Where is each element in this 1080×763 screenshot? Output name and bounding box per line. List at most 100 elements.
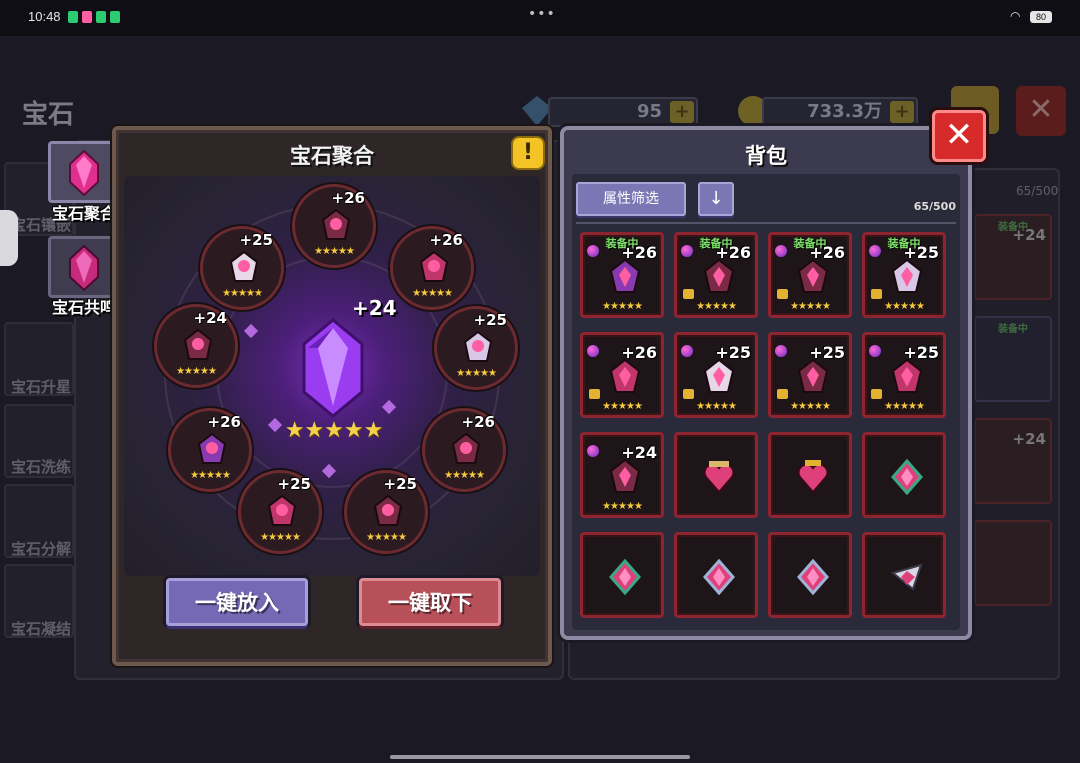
heart-gem-icon <box>703 461 735 494</box>
bag-gem-cell[interactable] <box>768 532 852 618</box>
gem-icon <box>197 433 227 464</box>
tab-gem-fusion[interactable] <box>48 141 120 203</box>
slot-level: +26 <box>207 413 241 431</box>
gem-icon <box>373 495 403 526</box>
set-orb-icon <box>869 345 881 357</box>
bag-gem-cell[interactable]: 装备中 +26 ★★★★★ <box>580 232 664 318</box>
fusion-slot[interactable]: +25 ★★★★★ <box>434 306 518 390</box>
fusion-slot[interactable]: +26 ★★★★★ <box>422 408 506 492</box>
background-bag-cell: 装备中 +24 <box>974 214 1052 300</box>
backpack-panel: 背包 属性筛选 ↓ 65/500 装备中 +26 ★★★★★ 装备中 +26 ★… <box>560 126 972 640</box>
gem-stars: ★★★★★ <box>790 301 831 312</box>
bag-gem-cell[interactable]: +25 ★★★★★ <box>862 332 946 418</box>
gem-icon <box>463 331 493 362</box>
equipped-tag: 装备中 <box>998 324 1028 335</box>
slot-stars: ★★★★★ <box>456 368 497 379</box>
gem-icon <box>609 359 641 393</box>
set-orb-icon <box>681 245 693 257</box>
gem-icon <box>797 359 829 393</box>
gem-icon <box>69 150 99 196</box>
status-time: 10:48 <box>28 9 61 24</box>
multitask-dots[interactable]: ••• <box>528 6 556 22</box>
set-orb-icon <box>869 245 881 257</box>
bag-gem-cell[interactable]: +26 ★★★★★ <box>580 332 664 418</box>
gem-icon <box>703 259 735 293</box>
bag-gem-cell[interactable] <box>768 432 852 518</box>
slot-stars: ★★★★★ <box>176 366 217 377</box>
fusion-slot[interactable]: +24 ★★★★★ <box>154 304 238 388</box>
gem-stars: ★★★★★ <box>602 301 643 312</box>
slot-level: +25 <box>277 475 311 493</box>
background-bag-count: 65/500 <box>1016 184 1059 198</box>
fusion-slot[interactable]: +26 ★★★★★ <box>168 408 252 492</box>
slot-level: +25 <box>239 231 273 249</box>
gem-stars: ★★★★★ <box>602 501 643 512</box>
gold-counter: 733.3万 + <box>762 97 918 127</box>
set-orb-icon <box>587 445 599 457</box>
gold-count: 733.3万 <box>807 101 882 122</box>
set-orb-icon <box>775 245 787 257</box>
gem-icon <box>703 359 735 393</box>
gem-icon <box>891 259 923 293</box>
slot-level: +24 <box>193 309 227 327</box>
wifi-icon: ◠ <box>1010 9 1021 23</box>
lock-icon <box>871 389 882 399</box>
bag-gem-cell[interactable]: 装备中 +26 ★★★★★ <box>768 232 852 318</box>
lock-icon <box>871 289 882 299</box>
side-drawer-handle[interactable] <box>0 210 18 266</box>
gem-stars: ★★★★★ <box>884 301 925 312</box>
set-orb-icon <box>587 245 599 257</box>
slot-stars: ★★★★★ <box>412 288 453 299</box>
bag-gem-cell[interactable] <box>674 532 758 618</box>
gem-stars: ★★★★★ <box>790 401 831 412</box>
lock-icon <box>589 389 600 399</box>
bag-gem-cell[interactable] <box>862 532 946 618</box>
fusion-slot[interactable]: +26 ★★★★★ <box>292 184 376 268</box>
gem-stars: ★★★★★ <box>602 401 643 412</box>
background-close-button: ✕ <box>1016 86 1066 136</box>
background-bag-cell: 装备中 <box>974 316 1052 402</box>
gem-icon <box>891 359 923 393</box>
bag-gem-cell[interactable] <box>674 432 758 518</box>
gem-icon <box>703 559 735 595</box>
bag-gem-cell[interactable]: +25 ★★★★★ <box>674 332 758 418</box>
divider <box>576 222 956 224</box>
sort-down-icon[interactable]: ↓ <box>698 182 734 216</box>
lock-icon <box>777 389 788 399</box>
fusion-slot[interactable]: +25 ★★★★★ <box>344 470 428 554</box>
bag-gem-cell[interactable]: +25 ★★★★★ <box>768 332 852 418</box>
gem-icon <box>609 559 641 595</box>
fusion-arena: +24 ★★★★★ +26 ★★★★★ +26 ★★★★★ +25 ★★★★★ … <box>124 176 540 576</box>
gem-icon <box>797 559 829 595</box>
background-side-label: 宝石凝结 <box>10 620 71 638</box>
gem-icon <box>891 459 923 495</box>
fusion-slot[interactable]: +25 ★★★★★ <box>238 470 322 554</box>
home-indicator[interactable] <box>390 755 690 759</box>
status-app-icons <box>68 11 120 23</box>
bag-gem-cell[interactable]: +24 ★★★★★ <box>580 432 664 518</box>
put-all-button[interactable]: 一键放入 <box>166 578 308 626</box>
set-orb-icon <box>587 345 599 357</box>
gem-icon <box>69 245 99 291</box>
bag-gem-cell[interactable] <box>580 532 664 618</box>
slot-stars: ★★★★★ <box>444 470 485 481</box>
close-button[interactable]: ✕ <box>932 110 986 162</box>
bag-gem-cell[interactable]: 装备中 +25 ★★★★★ <box>862 232 946 318</box>
fusion-slot[interactable]: +25 ★★★★★ <box>200 226 284 310</box>
backpack-title: 背包 <box>745 144 787 168</box>
take-all-button[interactable]: 一键取下 <box>359 578 501 626</box>
lock-icon <box>777 289 788 299</box>
add-diamond-button[interactable]: + <box>670 101 694 123</box>
battery-icon: 80 <box>1030 11 1052 23</box>
attribute-filter-button[interactable]: 属性筛选 <box>576 182 686 216</box>
background-side-label: 宝石分解 <box>10 540 71 558</box>
gem-icon <box>609 259 641 293</box>
bag-gem-cell[interactable] <box>862 432 946 518</box>
add-gold-button[interactable]: + <box>890 101 914 123</box>
slot-level: +25 <box>383 475 417 493</box>
fusion-slot[interactable]: +26 ★★★★★ <box>390 226 474 310</box>
fusion-info-button[interactable]: ! <box>511 136 545 170</box>
tab-gem-resonance[interactable] <box>48 236 120 298</box>
app-notification-icon <box>110 11 120 23</box>
bag-gem-cell[interactable]: 装备中 +26 ★★★★★ <box>674 232 758 318</box>
